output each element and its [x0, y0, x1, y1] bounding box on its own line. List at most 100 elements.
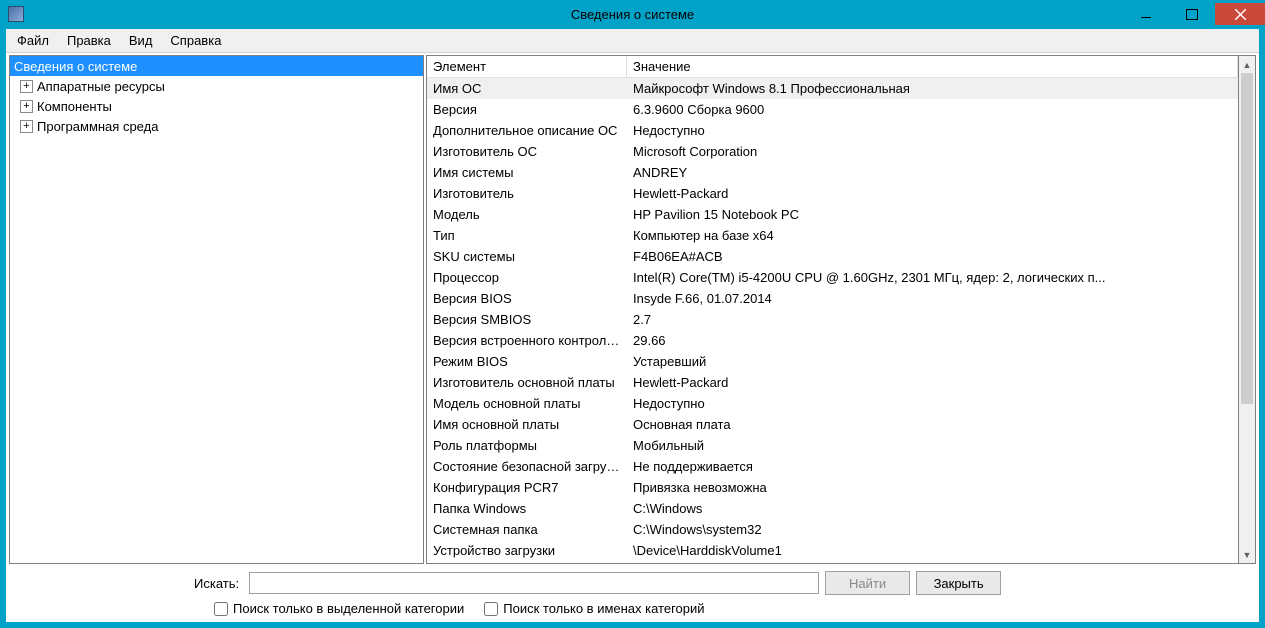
- cell-value: Компьютер на базе x64: [627, 228, 1238, 243]
- cell-value: Hewlett-Packard: [627, 375, 1238, 390]
- scroll-up-icon[interactable]: ▲: [1239, 56, 1255, 73]
- cell-value: HP Pavilion 15 Notebook PC: [627, 207, 1238, 222]
- checkbox-label: Поиск только в выделенной категории: [233, 601, 464, 616]
- scroll-down-icon[interactable]: ▼: [1239, 546, 1255, 563]
- cell-element: Изготовитель: [427, 186, 627, 201]
- cell-element: Конфигурация PCR7: [427, 480, 627, 495]
- tree-item-hardware[interactable]: + Аппаратные ресурсы: [10, 76, 423, 96]
- checkbox-label: Поиск только в именах категорий: [503, 601, 704, 616]
- list-row[interactable]: Изготовитель основной платыHewlett-Packa…: [427, 372, 1238, 393]
- list-row[interactable]: Дополнительное описание ОСНедоступно: [427, 120, 1238, 141]
- cell-value: Intel(R) Core(TM) i5-4200U CPU @ 1.60GHz…: [627, 270, 1238, 285]
- list-row[interactable]: Версия встроенного контролл...29.66: [427, 330, 1238, 351]
- cell-element: Роль платформы: [427, 438, 627, 453]
- cell-element: Системная папка: [427, 522, 627, 537]
- tree-item-software[interactable]: + Программная среда: [10, 116, 423, 136]
- list-row[interactable]: Устройство загрузки\Device\HarddiskVolum…: [427, 540, 1238, 561]
- list-row[interactable]: Состояние безопасной загруз...Не поддерж…: [427, 456, 1238, 477]
- search-input[interactable]: [249, 572, 819, 594]
- list-row[interactable]: Версия BIOSInsyde F.66, 01.07.2014: [427, 288, 1238, 309]
- list-row[interactable]: ИзготовительHewlett-Packard: [427, 183, 1238, 204]
- category-tree[interactable]: Сведения о системе + Аппаратные ресурсы …: [9, 55, 424, 564]
- maximize-button[interactable]: [1169, 3, 1215, 25]
- list-row[interactable]: Модель основной платыНедоступно: [427, 393, 1238, 414]
- scroll-track[interactable]: [1239, 73, 1255, 546]
- vertical-scrollbar[interactable]: ▲ ▼: [1239, 55, 1256, 564]
- expand-icon[interactable]: +: [20, 100, 33, 113]
- tree-root-label: Сведения о системе: [14, 59, 137, 74]
- cell-value: C:\Windows\system32: [627, 522, 1238, 537]
- details-list[interactable]: Элемент Значение Имя ОСМайкрософт Window…: [426, 55, 1239, 564]
- list-row[interactable]: ПроцессорIntel(R) Core(TM) i5-4200U CPU …: [427, 267, 1238, 288]
- list-row[interactable]: Имя системыANDREY: [427, 162, 1238, 183]
- cell-value: C:\Windows: [627, 501, 1238, 516]
- header-value[interactable]: Значение: [627, 56, 1238, 77]
- minimize-button[interactable]: [1123, 3, 1169, 25]
- app-window: Сведения о системе Файл Правка Вид Справ…: [0, 0, 1265, 628]
- cell-element: Режим BIOS: [427, 354, 627, 369]
- cell-value: Недоступно: [627, 123, 1238, 138]
- tree-item-label: Программная среда: [37, 119, 158, 134]
- tree-item-label: Компоненты: [37, 99, 112, 114]
- menu-view[interactable]: Вид: [120, 30, 162, 51]
- menu-help[interactable]: Справка: [161, 30, 230, 51]
- cell-element: SKU системы: [427, 249, 627, 264]
- tree-item-components[interactable]: + Компоненты: [10, 96, 423, 116]
- list-row[interactable]: ТипКомпьютер на базе x64: [427, 225, 1238, 246]
- menu-bar: Файл Правка Вид Справка: [6, 29, 1259, 53]
- cell-value: Привязка невозможна: [627, 480, 1238, 495]
- menu-edit[interactable]: Правка: [58, 30, 120, 51]
- cell-value: Недоступно: [627, 396, 1238, 411]
- search-label: Искать:: [194, 576, 239, 591]
- cell-value: Не поддерживается: [627, 459, 1238, 474]
- tree-root[interactable]: Сведения о системе: [10, 56, 423, 76]
- list-row[interactable]: Конфигурация PCR7Привязка невозможна: [427, 477, 1238, 498]
- list-row[interactable]: Изготовитель ОСMicrosoft Corporation: [427, 141, 1238, 162]
- list-row[interactable]: Имя основной платыОсновная плата: [427, 414, 1238, 435]
- cell-element: Модель основной платы: [427, 396, 627, 411]
- list-header[interactable]: Элемент Значение: [427, 56, 1238, 78]
- cell-element: Папка Windows: [427, 501, 627, 516]
- checkbox-input[interactable]: [484, 602, 498, 616]
- close-search-button[interactable]: Закрыть: [916, 571, 1001, 595]
- header-element[interactable]: Элемент: [427, 56, 627, 77]
- checkbox-selected-category[interactable]: Поиск только в выделенной категории: [214, 601, 464, 616]
- list-row[interactable]: Системная папкаC:\Windows\system32: [427, 519, 1238, 540]
- menu-file[interactable]: Файл: [8, 30, 58, 51]
- scroll-thumb[interactable]: [1241, 73, 1253, 404]
- cell-element: Имя ОС: [427, 81, 627, 96]
- expand-icon[interactable]: +: [20, 80, 33, 93]
- list-row[interactable]: Имя ОСМайкрософт Windows 8.1 Профессиона…: [427, 78, 1238, 99]
- cell-value: Устаревший: [627, 354, 1238, 369]
- cell-element: Изготовитель ОС: [427, 144, 627, 159]
- list-row[interactable]: Папка WindowsC:\Windows: [427, 498, 1238, 519]
- cell-value: ANDREY: [627, 165, 1238, 180]
- find-button[interactable]: Найти: [825, 571, 910, 595]
- cell-value: 2.7: [627, 312, 1238, 327]
- cell-element: Версия встроенного контролл...: [427, 333, 627, 348]
- cell-element: Имя системы: [427, 165, 627, 180]
- cell-element: Устройство загрузки: [427, 543, 627, 558]
- list-row[interactable]: SKU системыF4B06EA#ACB: [427, 246, 1238, 267]
- checkbox-input[interactable]: [214, 602, 228, 616]
- cell-element: Изготовитель основной платы: [427, 375, 627, 390]
- list-row[interactable]: МодельHP Pavilion 15 Notebook PC: [427, 204, 1238, 225]
- checkbox-category-names[interactable]: Поиск только в именах категорий: [484, 601, 704, 616]
- cell-value: 6.3.9600 Сборка 9600: [627, 102, 1238, 117]
- expand-icon[interactable]: +: [20, 120, 33, 133]
- list-row[interactable]: Версия SMBIOS2.7: [427, 309, 1238, 330]
- cell-value: \Device\HarddiskVolume1: [627, 543, 1238, 558]
- list-row[interactable]: Версия6.3.9600 Сборка 9600: [427, 99, 1238, 120]
- close-button[interactable]: [1215, 3, 1265, 25]
- cell-value: F4B06EA#ACB: [627, 249, 1238, 264]
- cell-value: Microsoft Corporation: [627, 144, 1238, 159]
- list-row[interactable]: Режим BIOSУстаревший: [427, 351, 1238, 372]
- tree-item-label: Аппаратные ресурсы: [37, 79, 165, 94]
- main-split: Сведения о системе + Аппаратные ресурсы …: [6, 53, 1259, 566]
- search-bar: Искать: Найти Закрыть Поиск только в выд…: [6, 566, 1259, 622]
- cell-element: Модель: [427, 207, 627, 222]
- titlebar[interactable]: Сведения о системе: [0, 0, 1265, 28]
- list-row[interactable]: Роль платформыМобильный: [427, 435, 1238, 456]
- cell-element: Версия SMBIOS: [427, 312, 627, 327]
- cell-value: 29.66: [627, 333, 1238, 348]
